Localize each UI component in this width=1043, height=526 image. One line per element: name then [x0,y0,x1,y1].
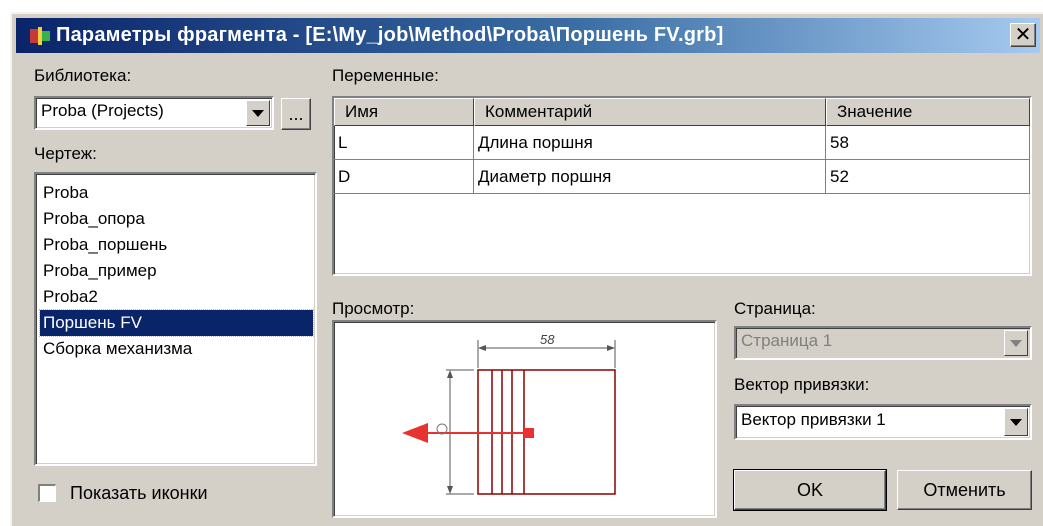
cell-name[interactable]: L [334,126,474,160]
close-button[interactable]: ✕ [1010,23,1036,47]
page-dropdown-button[interactable] [1004,330,1028,356]
library-browse-button[interactable]: ... [281,98,311,130]
cell-value[interactable]: 58 [826,126,1030,160]
anchor-vector-label: Вектор привязки: [734,375,870,394]
list-item[interactable]: Proba [40,180,88,206]
chevron-down-icon [1010,339,1022,347]
dimension-arrow [447,486,453,494]
page-select[interactable]: Страница 1 [734,326,1032,360]
app-icon [30,25,50,47]
dimension-arrow [607,345,615,351]
list-item-selected[interactable]: Поршень FV [39,309,314,337]
column-header-comment[interactable]: Комментарий [474,98,826,126]
list-item[interactable]: Proba_пример [40,258,157,284]
library-select[interactable]: Proba (Projects) [34,96,274,130]
anchor-vector-select-value: Вектор привязки 1 [741,410,886,429]
column-header-value[interactable]: Значение [826,98,1030,126]
preview-label: Просмотр: [332,299,415,318]
window-title: Параметры фрагмента - [E:\My_job\Method\… [56,24,724,46]
ok-button[interactable]: OK [733,469,887,511]
page-select-value: Страница 1 [741,331,833,350]
drawing-list[interactable]: Proba Proba_опора Proba_поршень Proba_пр… [34,172,317,466]
variables-label: Переменные: [332,66,439,85]
cell-name[interactable]: D [334,160,474,194]
list-item[interactable]: Proba_поршень [40,232,167,258]
library-select-value: Proba (Projects) [41,101,164,120]
title-bar[interactable]: Параметры фрагмента - [E:\My_job\Method\… [16,18,1040,53]
list-item[interactable]: Proba_опора [40,206,145,232]
dimension-arrow [478,345,486,351]
library-label: Библиотека: [34,66,132,85]
show-icons-label: Показать иконки [70,483,208,503]
chevron-down-icon [1010,418,1022,426]
cell-comment[interactable]: Диаметр поршня [474,160,826,194]
page-label: Страница: [734,299,816,318]
close-icon: ✕ [1014,24,1032,46]
cancel-button-label: Отменить [923,479,1006,500]
cell-comment[interactable]: Длина поршня [474,126,826,160]
chevron-down-icon [252,109,264,117]
list-item[interactable]: Сборка механизма [40,336,192,362]
cell-value[interactable]: 52 [826,160,1030,194]
dimension-text: 58 [540,332,555,347]
ok-button-label: OK [796,479,823,500]
anchor-vector-arrowhead [402,423,428,443]
show-icons-checkbox[interactable] [38,484,56,502]
fragment-parameters-dialog: Параметры фрагмента - [E:\My_job\Method\… [10,12,1043,526]
column-header-name[interactable]: Имя [334,98,474,126]
list-item[interactable]: Proba2 [40,284,98,310]
variables-grid[interactable]: Имя Комментарий Значение L Длина поршня … [332,96,1032,276]
anchor-point-marker [524,428,534,438]
drawing-label: Чертеж: [34,144,97,163]
cancel-button[interactable]: Отменить [897,470,1032,510]
anchor-vector-select[interactable]: Вектор привязки 1 [734,404,1032,440]
preview-panel: 58 [332,320,717,518]
browse-button-label: ... [288,103,304,124]
anchor-vector-dropdown-button[interactable] [1004,408,1028,436]
dimension-arrow [447,370,453,378]
preview-drawing: 58 [402,332,616,495]
library-dropdown-button[interactable] [246,100,270,126]
